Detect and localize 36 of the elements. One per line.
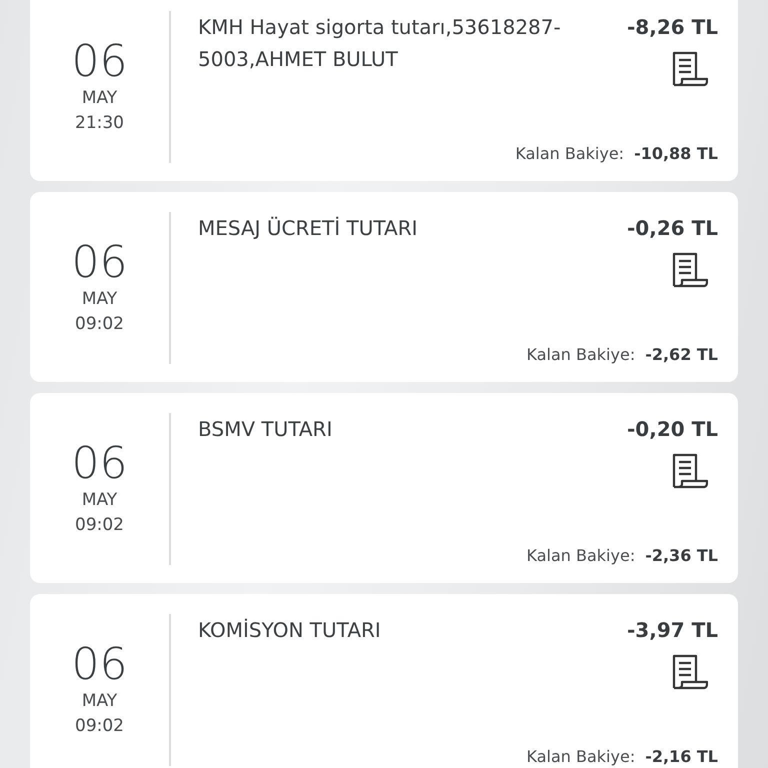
- date-day: 06: [72, 641, 128, 689]
- transaction-amount: -3,97 TL: [627, 617, 718, 644]
- balance-label: Kalan Bakiye:: [526, 546, 636, 565]
- date-day: 06: [72, 440, 128, 488]
- transaction-description: KMH Hayat sigorta tutarı,53618287-5003,AHMET BULUT: [198, 14, 562, 73]
- balance-value: -10,88 TL: [634, 144, 718, 163]
- receipt-icon[interactable]: [670, 453, 708, 489]
- transaction-time: 09:02: [75, 514, 124, 537]
- balance-value: -2,62 TL: [645, 345, 718, 364]
- transaction-card[interactable]: 06 MAY 09:02 MESAJ ÜCRETİ TUTARI -0,26 TL Kalan Bakiye: -2,62 TL: [30, 192, 738, 382]
- transaction-description: KOMİSYON TUTARI: [198, 617, 381, 644]
- balance-value: -2,16 TL: [645, 747, 718, 766]
- transaction-amount: -0,26 TL: [627, 215, 718, 242]
- transaction-time: 09:02: [75, 715, 124, 738]
- transaction-amount: -0,20 TL: [627, 416, 718, 443]
- transaction-description: BSMV TUTARI: [198, 416, 332, 443]
- balance-label: Kalan Bakiye:: [526, 345, 636, 364]
- transaction-time: 09:02: [75, 313, 124, 336]
- transaction-amount: -8,26 TL: [627, 14, 718, 41]
- receipt-icon[interactable]: [670, 51, 708, 87]
- date-month: MAY: [82, 87, 118, 110]
- receipt-icon[interactable]: [670, 252, 708, 288]
- balance-value: -2,36 TL: [645, 546, 718, 565]
- transaction-card[interactable]: 06 MAY 21:30 KMH Hayat sigorta tutarı,53618287-5003,AHMET BULUT -8,26 TL Kalan Bakiye: -10,88 TL: [30, 0, 738, 181]
- balance-label: Kalan Bakiye:: [515, 144, 624, 163]
- date-day: 06: [72, 239, 128, 287]
- date-month: MAY: [82, 690, 118, 713]
- transaction-description: MESAJ ÜCRETİ TUTARI: [198, 215, 418, 242]
- date-day: 06: [72, 38, 128, 86]
- date-month: MAY: [82, 288, 118, 311]
- transaction-time: 21:30: [75, 112, 124, 135]
- transaction-card[interactable]: 06 MAY 09:02 BSMV TUTARI -0,20 TL Kalan Bakiye: -2,36 TL: [30, 393, 738, 583]
- date-month: MAY: [82, 489, 118, 512]
- balance-label: Kalan Bakiye:: [526, 747, 636, 766]
- receipt-icon[interactable]: [670, 654, 708, 690]
- transaction-card[interactable]: 06 MAY 09:02 KOMİSYON TUTARI -3,97 TL Kalan Bakiye: -2,16 TL: [30, 594, 738, 768]
